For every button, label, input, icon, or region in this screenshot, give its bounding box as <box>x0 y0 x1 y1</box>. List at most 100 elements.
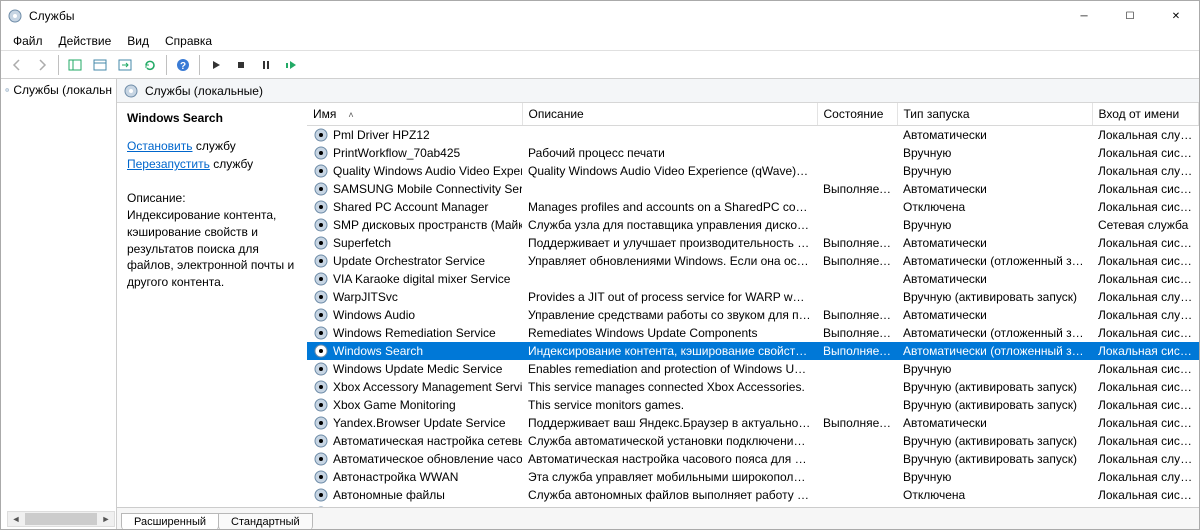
table-row[interactable]: PrintWorkflow_70ab425Рабочий процесс печ… <box>307 144 1199 162</box>
table-row[interactable]: Windows AudioУправление средствами работ… <box>307 306 1199 324</box>
menu-action[interactable]: Действие <box>51 32 120 50</box>
table-row[interactable]: Xbox Accessory Management ServiceThis se… <box>307 378 1199 396</box>
service-status <box>817 270 897 288</box>
service-logon: Локальная система <box>1092 324 1199 342</box>
service-desc: Индексирование контента, кэширование сво… <box>522 342 817 360</box>
service-status: Выполняется <box>817 234 897 252</box>
view-tabs: Расширенный Стандартный <box>117 507 1199 529</box>
service-status <box>817 378 897 396</box>
close-button[interactable]: ✕ <box>1153 1 1199 31</box>
col-description[interactable]: Описание <box>522 103 817 126</box>
menu-view[interactable]: Вид <box>119 32 157 50</box>
scroll-left-icon[interactable]: ◄ <box>8 514 24 524</box>
restart-service-link[interactable]: Перезапустить <box>127 157 210 171</box>
service-desc: Эта служба управляет мобильными широкопо… <box>522 468 817 486</box>
service-name: Quality Windows Audio Video Experience <box>333 164 522 178</box>
start-service-button[interactable] <box>204 53 228 77</box>
properties-button[interactable] <box>88 53 112 77</box>
service-name: Автоматическая настройка сетевых ... <box>333 434 522 448</box>
service-status <box>817 144 897 162</box>
restart-service-button[interactable] <box>279 53 303 77</box>
tab-extended[interactable]: Расширенный <box>121 513 219 529</box>
table-row[interactable]: Pml Driver HPZ12АвтоматическиЛокальная с… <box>307 126 1199 145</box>
table-row[interactable]: Автоматическая настройка сетевых ...Служ… <box>307 432 1199 450</box>
refresh-button[interactable] <box>138 53 162 77</box>
table-row[interactable]: Windows Update Medic ServiceEnables reme… <box>307 360 1199 378</box>
service-status <box>817 198 897 216</box>
service-status: Выполняется <box>817 306 897 324</box>
service-status: Выполняется <box>817 504 897 507</box>
service-startup: Вручную <box>897 360 1092 378</box>
minimize-button[interactable]: ─ <box>1061 1 1107 31</box>
service-logon: Локальная система <box>1092 180 1199 198</box>
table-row[interactable]: Автоматическое обновление часово...Автом… <box>307 450 1199 468</box>
table-row[interactable]: SAMSUNG Mobile Connectivity ServiceВыпол… <box>307 180 1199 198</box>
gear-icon <box>313 289 329 305</box>
help-button[interactable]: ? <box>171 53 195 77</box>
table-row[interactable]: Quality Windows Audio Video ExperienceQu… <box>307 162 1199 180</box>
service-desc: Рабочий процесс печати <box>522 144 817 162</box>
menu-file[interactable]: Файл <box>5 32 51 50</box>
back-button[interactable] <box>5 53 29 77</box>
detail-desc-label: Описание: <box>127 191 297 205</box>
horizontal-scrollbar[interactable]: ◄ ► <box>7 511 115 527</box>
service-logon: Сетевая служба <box>1092 504 1199 507</box>
col-startup[interactable]: Тип запуска <box>897 103 1092 126</box>
table-row[interactable]: SMP дисковых пространств (Майкрос...Служ… <box>307 216 1199 234</box>
service-logon: Локальная система <box>1092 432 1199 450</box>
pause-service-button[interactable] <box>254 53 278 77</box>
scroll-thumb[interactable] <box>25 513 97 525</box>
table-row[interactable]: Windows Remediation ServiceRemediates Wi… <box>307 324 1199 342</box>
service-logon: Локальная служба <box>1092 450 1199 468</box>
service-logon: Локальная служба <box>1092 162 1199 180</box>
table-row[interactable]: Автонастройка WWANЭта служба управляет м… <box>307 468 1199 486</box>
maximize-button[interactable]: ☐ <box>1107 1 1153 31</box>
tab-standard[interactable]: Стандартный <box>218 513 313 529</box>
service-logon: Локальная система <box>1092 234 1199 252</box>
table-row[interactable]: Xbox Game MonitoringThis service monitor… <box>307 396 1199 414</box>
service-name: Xbox Game Monitoring <box>333 398 456 412</box>
show-hide-tree-button[interactable] <box>63 53 87 77</box>
col-name[interactable]: Имя˄ <box>307 103 522 126</box>
tree-root-services[interactable]: Службы (локальн <box>1 79 116 101</box>
export-button[interactable] <box>113 53 137 77</box>
scroll-right-icon[interactable]: ► <box>98 514 114 524</box>
col-status[interactable]: Состояние <box>817 103 897 126</box>
table-row[interactable]: Update Orchestrator ServiceУправляет обн… <box>307 252 1199 270</box>
table-row[interactable]: Yandex.Browser Update ServiceПоддерживае… <box>307 414 1199 432</box>
service-name: Superfetch <box>333 236 391 250</box>
service-desc: Manages profiles and accounts on a Share… <box>522 198 817 216</box>
gear-icon <box>313 451 329 467</box>
service-name: WarpJITSvc <box>333 290 398 304</box>
table-row[interactable]: Superfetch Поддерживает и улучшает произв… <box>307 234 1199 252</box>
service-status <box>817 450 897 468</box>
col-logon[interactable]: Вход от имени <box>1092 103 1199 126</box>
menu-help[interactable]: Справка <box>157 32 220 50</box>
service-name: Агент политики IPsec <box>333 506 451 507</box>
table-row[interactable]: Агент политики IPsecБезопасность протоко… <box>307 504 1199 507</box>
column-headers: Имя˄ Описание Состояние Тип запуска Вход… <box>307 103 1199 126</box>
table-row[interactable]: Windows SearchИндексирование контента, к… <box>307 342 1199 360</box>
stop-service-button[interactable] <box>229 53 253 77</box>
service-startup: Автоматически (отложенный запуск) <box>897 342 1092 360</box>
tree-pane: Службы (локальн ◄ ► <box>1 79 117 529</box>
service-name: Автоматическое обновление часово... <box>333 452 522 466</box>
service-startup: Автоматически <box>897 180 1092 198</box>
service-logon: Локальная система <box>1092 270 1199 288</box>
table-row[interactable]: VIA Karaoke digital mixer ServiceАвтомат… <box>307 270 1199 288</box>
table-row[interactable]: Автономные файлыСлужба автономных файлов… <box>307 486 1199 504</box>
service-desc: Поддерживает и улучшает производительнос… <box>522 234 817 252</box>
service-desc: Provides a JIT out of process service fo… <box>522 288 817 306</box>
service-startup: Вручную (активировать запуск) <box>897 450 1092 468</box>
stop-service-link[interactable]: Остановить <box>127 139 193 153</box>
service-list[interactable]: Имя˄ Описание Состояние Тип запуска Вход… <box>307 103 1199 507</box>
service-status <box>817 486 897 504</box>
service-desc: Поддерживает ваш Яндекс.Браузер в актуал… <box>522 414 817 432</box>
forward-button[interactable] <box>30 53 54 77</box>
service-status <box>817 396 897 414</box>
service-status <box>817 468 897 486</box>
table-row[interactable]: WarpJITSvc Provides a JIT out of process … <box>307 288 1199 306</box>
detail-title: Windows Search <box>127 111 297 125</box>
table-row[interactable]: Shared PC Account ManagerManages profile… <box>307 198 1199 216</box>
service-startup: Вручную (активировать запуск) <box>897 378 1092 396</box>
